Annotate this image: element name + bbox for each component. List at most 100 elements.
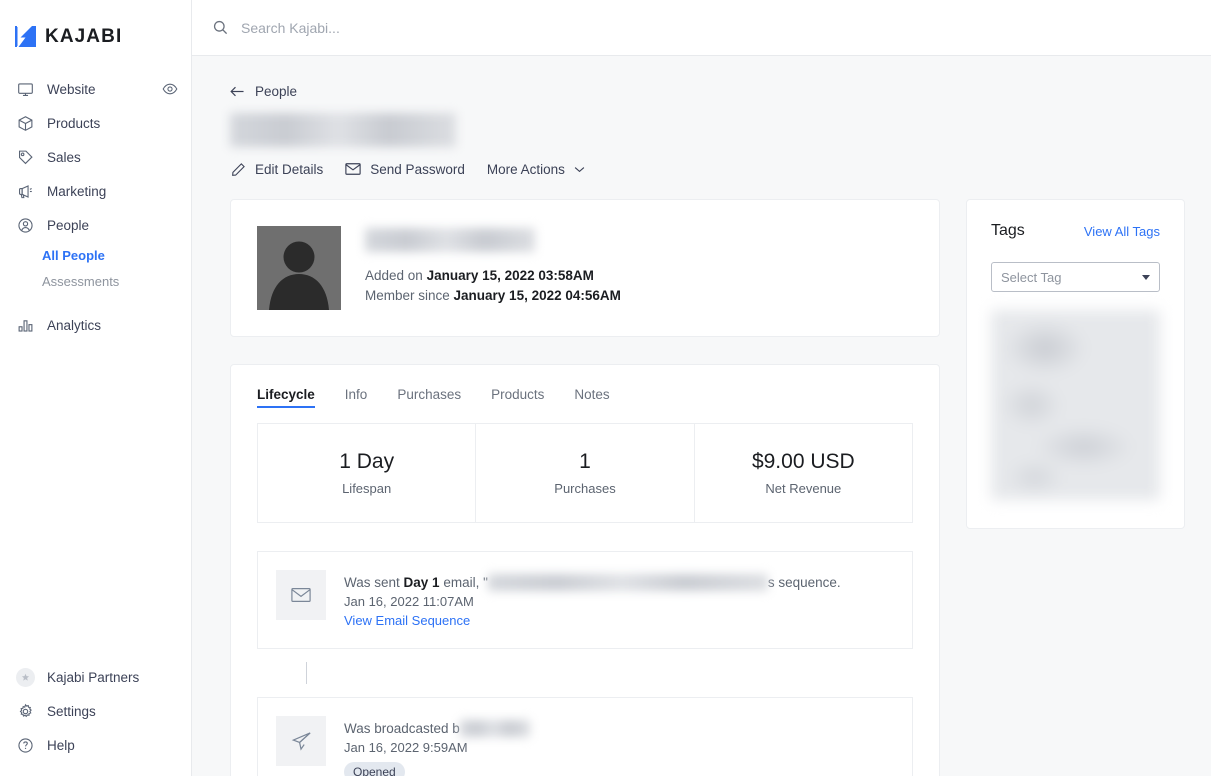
tab-label: Notes <box>574 386 610 402</box>
lifecycle-card: Lifecycle Info Purchases Products Notes … <box>230 364 940 776</box>
sidebar-item-settings[interactable]: Settings <box>0 694 192 728</box>
member-since-line: Member since January 15, 2022 04:56AM <box>365 286 621 306</box>
kajabi-logo-icon <box>15 26 36 47</box>
envelope-icon <box>345 161 361 177</box>
added-on-line: Added on January 15, 2022 03:58AM <box>365 266 621 286</box>
profile-card: Added on January 15, 2022 03:58AM Member… <box>230 199 940 337</box>
chevron-down-icon <box>574 166 585 173</box>
added-on-value: January 15, 2022 03:58AM <box>426 268 594 283</box>
profile-name-redacted <box>365 228 535 252</box>
edit-details-button[interactable]: Edit Details <box>230 161 323 177</box>
monitor-icon <box>15 79 35 99</box>
arrow-left-icon <box>230 85 245 98</box>
timeline-text-prefix: Was sent <box>344 575 404 590</box>
added-on-prefix: Added on <box>365 268 427 283</box>
tags-header: Tags View All Tags <box>991 222 1160 240</box>
view-all-tags-link[interactable]: View All Tags <box>1084 224 1160 239</box>
sidebar-item-sales[interactable]: Sales <box>0 140 191 174</box>
tag-icon <box>15 147 35 167</box>
stat-label: Purchases <box>554 481 616 496</box>
stat-value: $9.00 USD <box>751 450 855 473</box>
tags-panel: Tags View All Tags Select Tag <box>966 199 1185 529</box>
sidebar-item-website[interactable]: Website <box>0 72 191 106</box>
sidebar-item-label: Website <box>47 81 96 97</box>
eye-icon[interactable] <box>161 80 179 98</box>
breadcrumb[interactable]: People <box>230 84 297 99</box>
tab-label: Products <box>491 386 545 402</box>
tab-label: Purchases <box>397 386 462 402</box>
stat-value: 1 Day <box>339 450 395 473</box>
sidebar-item-label: Settings <box>47 703 96 719</box>
view-email-sequence-link[interactable]: View Email Sequence <box>344 611 894 630</box>
sidebar-item-label: Help <box>47 737 75 753</box>
sidebar-item-label: Analytics <box>47 317 102 333</box>
member-since-prefix: Member since <box>365 288 454 303</box>
more-actions-button[interactable]: More Actions <box>487 162 585 177</box>
sidebar-item-label: Products <box>47 115 101 131</box>
stat-purchases: 1 Purchases <box>476 424 695 522</box>
stat-value: 1 <box>579 450 591 473</box>
action-bar: Edit Details Send Password More Actions <box>230 161 1191 177</box>
sidebar-nav: Website Products Sales Marketing People … <box>0 72 191 342</box>
search-icon <box>212 19 230 37</box>
send-password-button[interactable]: Send Password <box>345 161 465 177</box>
sidebar-item-all-people[interactable]: All People <box>0 242 191 268</box>
select-tag-dropdown[interactable]: Select Tag <box>991 262 1160 292</box>
content-columns: Added on January 15, 2022 03:58AM Member… <box>230 199 1191 776</box>
search-input[interactable] <box>241 19 661 36</box>
tab-notes[interactable]: Notes <box>574 365 609 423</box>
timeline-body: Was sent Day 1 email, " s sequence. Jan 1… <box>344 570 894 630</box>
timeline: Was sent Day 1 email, " s sequence. Jan 1… <box>231 523 939 776</box>
timeline-date: Jan 16, 2022 9:59AM <box>344 740 468 755</box>
sidebar-item-marketing[interactable]: Marketing <box>0 174 191 208</box>
sidebar-item-assessments[interactable]: Assessments <box>0 268 191 294</box>
timeline-text-suffix: s sequence. <box>767 575 841 590</box>
sidebar-item-analytics[interactable]: Analytics <box>0 308 191 342</box>
tab-bar: Lifecycle Info Purchases Products Notes <box>231 365 939 423</box>
tab-info[interactable]: Info <box>345 365 368 423</box>
page-title-redacted <box>230 113 456 147</box>
status-badge: Opened <box>344 762 405 776</box>
kajabi-logo[interactable]: KAJABI <box>0 0 191 56</box>
sidebar-item-help[interactable]: Help <box>0 728 192 762</box>
app-root: KAJABI Website Products Sales Marketing … <box>0 0 1211 776</box>
action-label: Send Password <box>370 161 465 177</box>
avatar <box>257 226 341 310</box>
stat-net-revenue: $9.00 USD Net Revenue <box>695 424 912 522</box>
sidebar-item-label: Marketing <box>47 183 107 199</box>
action-label: Edit Details <box>255 161 324 177</box>
tab-lifecycle[interactable]: Lifecycle <box>257 365 315 423</box>
chevron-down-icon <box>1142 274 1150 280</box>
timeline-date: Jan 16, 2022 11:07AM <box>344 594 474 609</box>
sidebar-item-products[interactable]: Products <box>0 106 191 140</box>
question-circle-icon <box>15 735 35 755</box>
bar-chart-icon <box>15 315 35 335</box>
sidebar-item-label: Sales <box>47 149 81 165</box>
timeline-body: Was broadcasted b Jan 16, 2022 9:59AM Op… <box>344 716 894 776</box>
sidebar-item-label: People <box>47 217 90 233</box>
stat-label: Net Revenue <box>765 481 842 496</box>
sidebar-item-kajabi-partners[interactable]: Kajabi Partners <box>0 660 192 694</box>
paper-plane-icon <box>276 716 326 766</box>
timeline-text-prefix: Was broadcasted b <box>344 721 460 736</box>
envelope-icon <box>276 570 326 620</box>
timeline-text-redacted <box>487 573 768 591</box>
sidebar: KAJABI Website Products Sales Marketing … <box>0 0 192 776</box>
cube-icon <box>15 113 35 133</box>
select-tag-value: Select Tag <box>1001 269 1062 285</box>
left-column: Added on January 15, 2022 03:58AM Member… <box>230 199 940 776</box>
tags-title: Tags <box>991 222 1025 239</box>
tag-list-redacted <box>991 310 1160 500</box>
tab-purchases[interactable]: Purchases <box>397 365 461 423</box>
timeline-item-broadcast: Was broadcasted b Jan 16, 2022 9:59AM Op… <box>257 697 913 776</box>
stats-row: 1 Day Lifespan 1 Purchases $9.00 USD Net… <box>257 423 913 523</box>
timeline-connector <box>306 662 307 684</box>
tab-products[interactable]: Products <box>491 365 544 423</box>
sidebar-item-people[interactable]: People <box>0 208 191 242</box>
timeline-text: Was broadcasted b <box>344 719 894 738</box>
sidebar-item-label: Kajabi Partners <box>47 669 140 685</box>
action-label: More Actions <box>486 161 565 177</box>
timeline-text: Was sent Day 1 email, " s sequence. <box>344 573 894 592</box>
timeline-text-redacted <box>459 719 530 737</box>
